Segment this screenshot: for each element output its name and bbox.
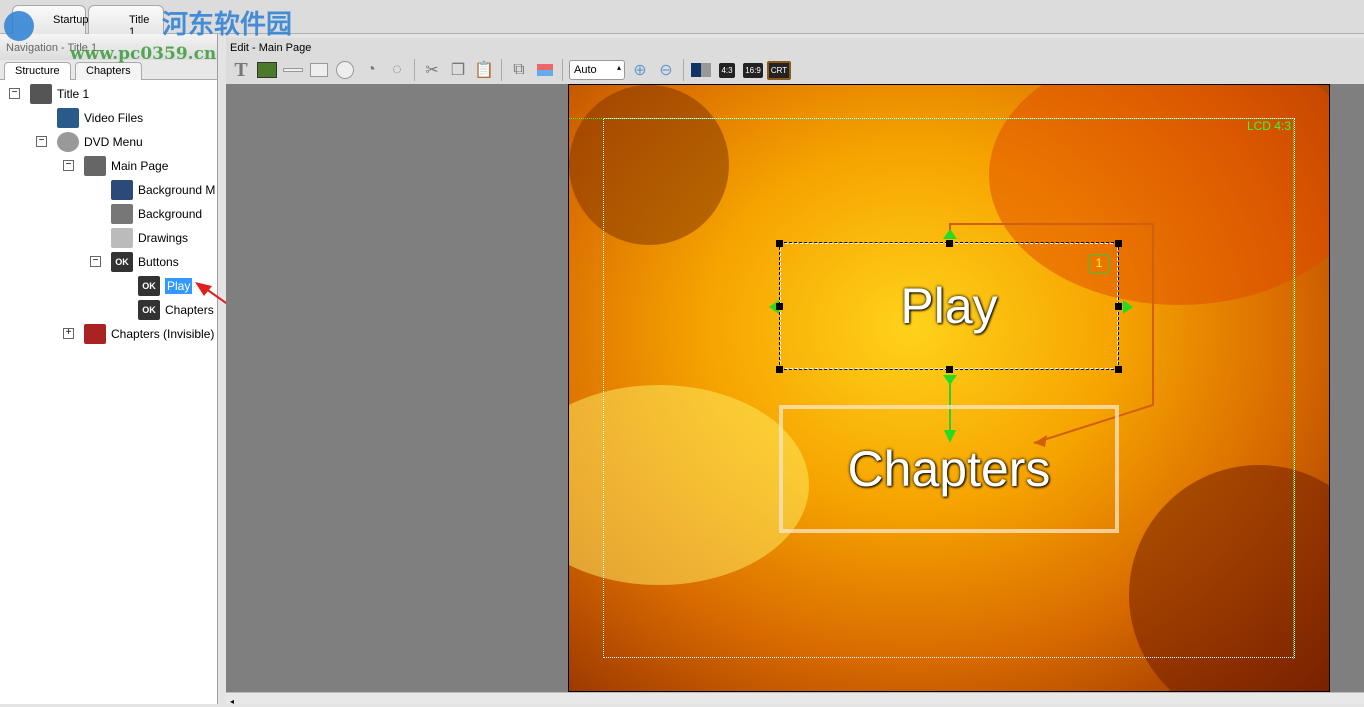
arc-tool-icon[interactable]: ◌ [386, 59, 408, 81]
tree-item-title-1[interactable]: Title 1 [30, 83, 89, 105]
tree-item-play[interactable]: OK Play [138, 275, 193, 297]
collapse-icon[interactable]: − [90, 256, 101, 267]
label: Video Files [84, 111, 144, 125]
label: Background [138, 207, 203, 221]
tree-item-main-page[interactable]: Main Page [84, 155, 168, 177]
label: DVD Menu [84, 135, 143, 149]
editor-toolbar: T ◔ ◌ ✂ ❐ 📋 ⧉ Auto ▴ ⊕ ⊖ 4:3 16:9 CRT [226, 56, 1364, 84]
chapters-menu-icon [84, 324, 106, 344]
tree-item-background[interactable]: Background [111, 203, 202, 225]
expand-icon[interactable]: + [63, 328, 74, 339]
zoom-out-icon[interactable]: ⊖ [655, 59, 677, 81]
film-icon [57, 108, 79, 128]
ok-button-icon: OK [111, 252, 133, 272]
crt-button[interactable]: CRT [766, 59, 792, 81]
zoom-in-icon[interactable]: ⊕ [629, 59, 651, 81]
ok-button-icon: OK [138, 300, 160, 320]
label: 4:3 [719, 62, 735, 78]
speaker-icon [111, 180, 133, 200]
tree-item-video-files[interactable]: Video Files [57, 107, 143, 129]
zoom-value: Auto [574, 64, 597, 76]
tree-item-buttons[interactable]: OK Buttons [111, 251, 179, 273]
button-number-badge: 1 [1089, 255, 1109, 273]
line-tool-icon[interactable] [282, 59, 304, 81]
button-navigation-links [769, 223, 1154, 447]
collapse-icon[interactable]: − [9, 88, 20, 99]
ellipse-tool-icon[interactable] [334, 59, 356, 81]
horizontal-scrollbar[interactable]: ◂ [226, 692, 1364, 706]
tab-label: Startup [53, 14, 89, 26]
dvd-icon [57, 132, 79, 152]
label: Drawings [138, 231, 189, 245]
tree-item-dvd-menu[interactable]: DVD Menu [57, 131, 143, 153]
text-tool-icon[interactable]: T [230, 59, 252, 81]
zoom-select[interactable]: Auto ▴ [569, 60, 625, 80]
ok-button-icon: OK [138, 276, 160, 296]
aspect-4-3-button[interactable]: 4:3 [716, 59, 738, 81]
clapper-icon [30, 84, 52, 104]
checker-icon [111, 204, 133, 224]
tab-chapters[interactable]: Chapters [75, 62, 142, 80]
image-tool-icon[interactable] [256, 59, 278, 81]
label: CRT [766, 60, 792, 80]
arrange-icon[interactable]: ⧉ [508, 59, 530, 81]
copy-icon[interactable]: ❐ [447, 59, 469, 81]
navigation-view-icon[interactable] [690, 59, 712, 81]
cut-icon[interactable]: ✂ [421, 59, 443, 81]
menu-canvas[interactable]: LCD 4:3 Play 1 Chapters [568, 84, 1330, 692]
tab-structure[interactable]: Structure [4, 62, 71, 80]
label: Play [165, 278, 193, 294]
tab-title-1[interactable]: Title 1 [88, 5, 164, 38]
collapse-icon[interactable]: − [63, 160, 74, 171]
shapes-icon [111, 228, 133, 248]
collapse-icon[interactable]: − [36, 136, 47, 147]
aspect-16-9-button[interactable]: 16:9 [742, 59, 764, 81]
label: Main Page [111, 159, 169, 173]
menu-page-icon [84, 156, 106, 176]
tab-startup[interactable]: Startup [12, 5, 89, 34]
label: Title 1 [57, 87, 90, 101]
structure-tree: − Title 1 Video Files − DVD Menu − Main … [0, 80, 217, 704]
navigation-panel: Navigation - Title 1 Structure Chapters … [0, 34, 218, 704]
chapters-label: Chapters [847, 441, 1051, 497]
label: 16:9 [743, 62, 763, 78]
watermark-url: www.pc0359.cn [70, 44, 217, 64]
document-tabs: Startup Title 1 [0, 0, 1364, 38]
canvas-stage: LCD 4:3 Play 1 Chapters [226, 84, 1364, 692]
editor-title: Edit - Main Page [226, 38, 1364, 56]
align-icon[interactable] [534, 59, 556, 81]
play-label: Play [900, 278, 998, 334]
paste-icon[interactable]: 📋 [473, 59, 495, 81]
label: Buttons [138, 255, 179, 269]
editor-panel: Edit - Main Page T ◔ ◌ ✂ ❐ 📋 ⧉ Auto ▴ ⊕ ⊖… [226, 38, 1364, 706]
chapters-button[interactable]: Chapters [779, 405, 1119, 533]
play-button[interactable]: Play [779, 242, 1119, 370]
rectangle-tool-icon[interactable] [308, 59, 330, 81]
tree-item-background-music[interactable]: Background M [111, 179, 215, 201]
label: Background M [138, 183, 216, 197]
tree-item-drawings[interactable]: Drawings [111, 227, 188, 249]
pie-tool-icon[interactable]: ◔ [360, 59, 382, 81]
